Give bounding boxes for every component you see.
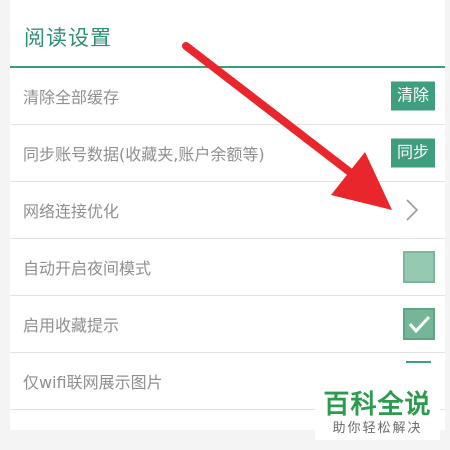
night-mode-checkbox[interactable]	[403, 251, 435, 283]
wifi-images-checkbox[interactable]	[403, 361, 435, 383]
page-title: 阅读设置	[24, 26, 112, 50]
network-optimize-label: 网络连接优化	[23, 202, 120, 221]
chevron-right-icon[interactable]	[405, 198, 419, 222]
favorite-tip-checkbox[interactable]	[403, 308, 435, 340]
watermark-logo: 百科全说 助你轻松解决	[315, 384, 440, 440]
watermark-title: 百科全说	[323, 390, 432, 420]
clear-cache-label: 清除全部缓存	[23, 88, 120, 107]
watermark-subtitle: 助你轻松解决	[332, 421, 423, 436]
setting-row-favorite-tip: 启用收藏提示	[10, 296, 445, 353]
setting-row-clear-cache: 清除全部缓存 清除	[10, 68, 445, 125]
setting-row-night-mode: 自动开启夜间模式	[10, 239, 445, 296]
sync-account-label: 同步账号数据(收藏夹,账户余额等)	[23, 145, 265, 164]
clear-cache-button[interactable]: 清除	[390, 81, 435, 111]
reading-settings-page: 阅读设置 清除全部缓存 清除 同步账号数据(收藏夹,账户余额等) 同步 网络连接…	[0, 0, 450, 450]
header: 阅读设置	[10, 0, 445, 68]
favorite-tip-label: 启用收藏提示	[23, 316, 120, 335]
checkbox-top-edge	[406, 361, 431, 363]
sync-button[interactable]: 同步	[390, 138, 435, 168]
night-mode-label: 自动开启夜间模式	[23, 259, 152, 278]
checkmark-icon	[408, 315, 431, 334]
setting-row-sync-account: 同步账号数据(收藏夹,账户余额等) 同步	[10, 125, 445, 182]
settings-list: 清除全部缓存 清除 同步账号数据(收藏夹,账户余额等) 同步 网络连接优化 自动…	[10, 68, 445, 430]
setting-row-network-optimize[interactable]: 网络连接优化	[10, 182, 445, 239]
wifi-images-label: 仅wifi联网展示图片	[23, 373, 163, 392]
